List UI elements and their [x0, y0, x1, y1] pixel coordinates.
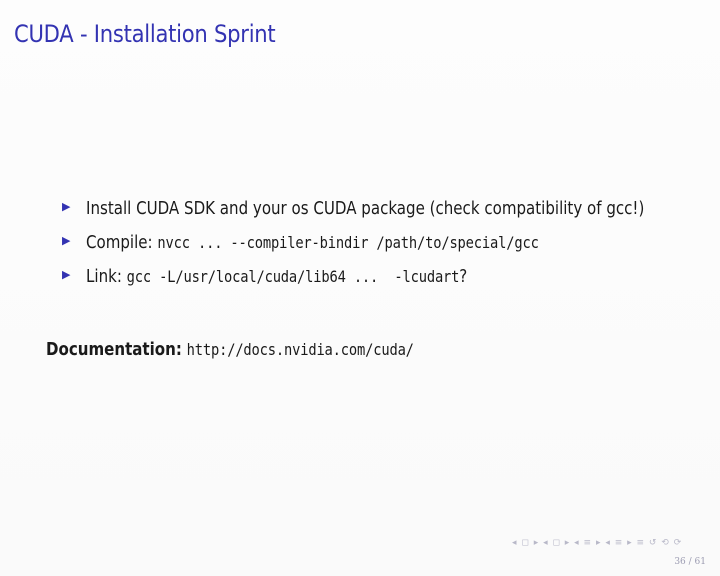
bullet-code: nvcc ... --compiler-bindir /path/to/spec… [156, 233, 539, 252]
bullet-suffix: ? [458, 267, 467, 287]
bullet-code: gcc -L/usr/local/cuda/lib64 ... -lcudart [126, 267, 459, 286]
bullet-prefix: Link: [85, 267, 127, 287]
bullet-item-link: ▶ Link: gcc -L/usr/local/cuda/lib64 ... … [62, 262, 702, 296]
bullet-text: Link: gcc -L/usr/local/cuda/lib64 ... -l… [86, 262, 467, 292]
beamer-navigation-bar[interactable]: ◂ ◻ ▸ ◂ ◻ ▸ ◂ ≡ ▸ ◂ ≡ ▸ ≡ ↺ ⟲ ⟳ [512, 538, 682, 548]
bullet-prefix: Compile: [85, 233, 157, 253]
triangle-bullet-icon: ▶ [62, 200, 71, 213]
documentation-label: Documentation: [46, 340, 182, 360]
page-number: 36 / 61 [674, 557, 706, 567]
bullet-text: Compile: nvcc ... --compiler-bindir /pat… [86, 228, 539, 258]
triangle-bullet-icon: ▶ [62, 268, 71, 281]
triangle-bullet-icon: ▶ [62, 234, 71, 247]
bullet-item-install: ▶ Install CUDA SDK and your os CUDA pack… [62, 194, 702, 228]
bullet-text: Install CUDA SDK and your os CUDA packag… [85, 199, 644, 219]
slide-title: CUDA - Installation Sprint [14, 20, 276, 48]
slide: CUDA - Installation Sprint ▶ Install CUD… [0, 0, 720, 576]
documentation-url[interactable]: http://docs.nvidia.com/cuda/ [187, 340, 414, 359]
bullet-item-compile: ▶ Compile: nvcc ... --compiler-bindir /p… [62, 228, 702, 262]
documentation-line: Documentation: http://docs.nvidia.com/cu… [46, 340, 414, 360]
bullet-list: ▶ Install CUDA SDK and your os CUDA pack… [62, 194, 702, 296]
